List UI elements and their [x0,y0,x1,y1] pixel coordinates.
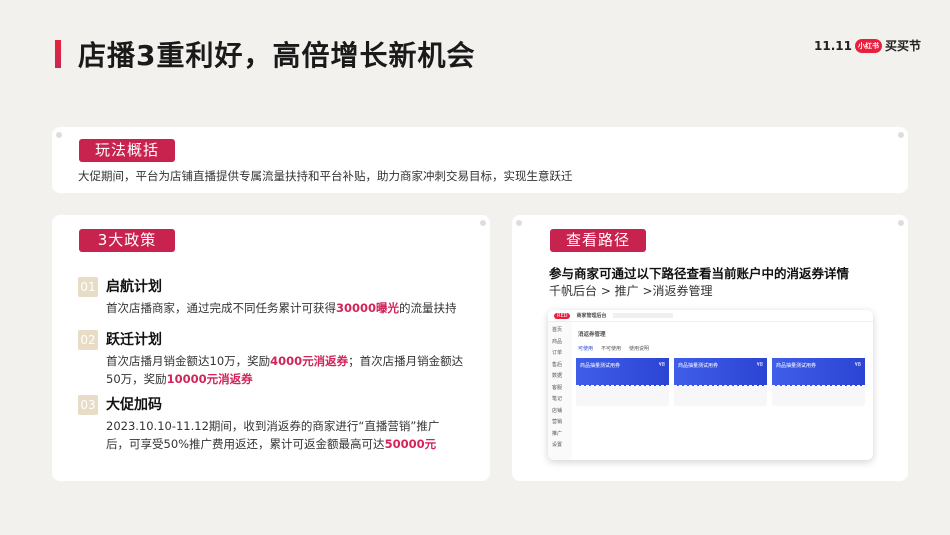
sidebar-item: 店铺 [552,407,563,414]
overview-tag: 玩法概括 [79,139,175,162]
title-accent-bar [55,40,61,68]
coupon: 商品抽量测试用券 ¥8 [576,358,669,406]
policy-highlight: 10000元消返券 [166,372,253,386]
policy-text: 首次店播月销金额达10万，奖励 [106,354,271,368]
coupon-title: 商品抽量测试用券 [580,363,621,369]
policies-card: 3大政策 01 启航计划 首次店播商家，通过完成不同任务累计可获得30000曝光… [52,215,490,481]
policy-item: 启航计划 首次店播商家，通过完成不同任务累计可获得30000曝光的流量扶持 [106,276,476,317]
logo-suffix: 买买节 [884,39,921,53]
policy-number: 03 [78,395,98,415]
coupon-title: 商品抽量测试用券 [678,363,719,369]
overview-text: 大促期间，平台为店铺直播提供专属流量扶持和平台补贴，助力商家冲刺交易目标，实现生… [78,169,573,183]
sidebar-item: 笔记 [552,396,563,402]
policy-item: 跃迁计划 首次店播月销金额达10万，奖励4000元消返券；首次店播月销金额达50… [106,329,466,388]
coupon-value: ¥8 [756,362,763,368]
app-name: 商家管理后台 [576,313,607,319]
coupon: 商品抽量测试用券 ¥8 [674,358,767,406]
policy-text: 的流量扶持 [399,301,457,315]
policy-highlight: 4000元消返券 [270,354,349,368]
backend-screenshot: RED 商家管理后台 首页 商品 订单 售后 数据 客服 笔记 店铺 营销 推广 设置 消返券管理 可… [548,310,873,460]
policy-text: 首次店播商家，通过完成不同任务累计可获得 [106,301,336,315]
logo-text: 11.11 [814,38,852,53]
policy-item: 大促加码 2023.10.10-11.12期间，收到消返券的商家进行“直播营销”… [106,394,456,453]
sidebar-item: 推广 [552,430,563,437]
coupon-title: 商品抽量测试用券 [776,363,817,369]
sidebar-item: 首页 [552,327,563,333]
path-tag: 查看路径 [550,229,646,252]
policies-tag: 3大政策 [79,229,175,252]
path-card: 查看路径 参与商家可通过以下路径查看当前账户中的消返券详情 千帆后台 > 推广 … [512,215,908,481]
path-route: 千帆后台 > 推广 >消返券管理 [549,284,713,298]
coupon-value: ¥8 [854,362,861,368]
policy-title: 跃迁计划 [106,332,162,348]
sidebar-item: 设置 [552,442,563,448]
sidebar: 首页商品订单售后数据客服笔记店铺营销推广设置 [548,322,572,460]
policy-highlight: 50000元 [384,437,437,451]
shot-tab: 可使用 [578,346,594,352]
logo: 11.11 小红书 买买节 [814,37,921,54]
shot-tab: 使用说明 [629,346,650,352]
overview-card: 玩法概括 大促期间，平台为店铺直播提供专属流量扶持和平台补贴，助力商家冲刺交易目… [52,127,908,193]
path-heading: 参与商家可通过以下路径查看当前账户中的消返券详情 [549,266,850,281]
policy-highlight: 30000曝光 [336,301,400,315]
sidebar-item: 营销 [552,419,563,425]
sidebar-item: 数据 [552,373,563,379]
sidebar-item: 客服 [552,384,563,391]
shot-tab: 不可使用 [601,346,622,352]
policy-title: 启航计划 [106,279,162,295]
coupon: 商品抽量测试用券 ¥8 [772,358,865,406]
sidebar-item: 售后 [552,361,563,368]
policy-title: 大促加码 [106,397,162,413]
sidebar-item: 商品 [552,338,563,345]
sidebar-item: 订单 [552,350,563,356]
logo-badge: 小红书 [854,38,882,53]
coupon-value: ¥8 [658,362,665,368]
shot-page-title: 消返券管理 [578,332,606,338]
policy-number: 02 [78,330,98,350]
page-title: 店播3重利好，高倍增长新机会 [78,39,476,72]
policy-number: 01 [78,277,98,297]
